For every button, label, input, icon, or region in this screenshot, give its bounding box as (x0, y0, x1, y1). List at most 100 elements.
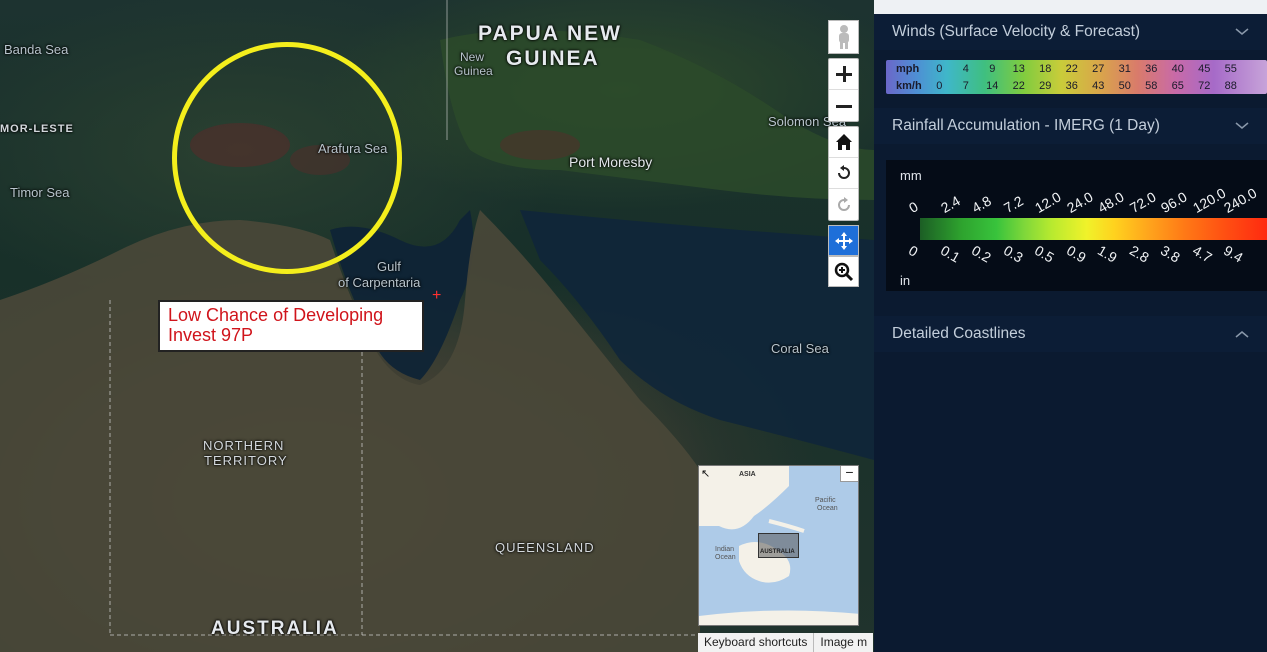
invest-97p-circle (172, 42, 402, 274)
winds-title: Winds (Surface Velocity & Forecast) (892, 23, 1141, 40)
label-banda-sea: Banda Sea (4, 42, 69, 57)
label-timor-sea: Timor Sea (10, 185, 70, 200)
label-new: New (460, 50, 485, 64)
wind-mph-value: 55 (1224, 62, 1237, 75)
zoom-out-icon[interactable] (829, 90, 858, 121)
chevron-down-icon[interactable] (1235, 119, 1249, 133)
wind-kmh-value: 0 (936, 79, 943, 92)
wind-mph-value: 13 (1012, 62, 1025, 75)
rain-mm-tick: 48.0 (1095, 188, 1127, 216)
wind-mph-row: mph 0 4 9 13 18 22 27 31 36 40 45 55 (886, 60, 1267, 77)
rainfall-color-bar (920, 218, 1267, 240)
chevron-up-icon[interactable] (1235, 327, 1249, 341)
overview-label-pacific-ocean: Ocean (817, 505, 838, 512)
satellite-map[interactable]: Banda Sea MOR-LESTE Timor Sea PAPUA NEW … (0, 0, 874, 652)
rain-mm-tick: 2.4 (937, 192, 963, 216)
winds-legend: mph 0 4 9 13 18 22 27 31 36 40 45 55 km/h 0 7 14 22 29 3… (886, 60, 1267, 94)
location-marker-icon[interactable]: + (432, 288, 441, 304)
zoom-controls (828, 58, 859, 122)
rain-in-tick: 4.7 (1189, 242, 1215, 266)
rain-in-tick: 0.1 (937, 242, 963, 266)
rain-in-tick: 0.9 (1063, 242, 1089, 266)
wind-mph-value: 18 (1039, 62, 1052, 75)
zoom-in-icon[interactable] (829, 59, 858, 90)
label-guinea: GUINEA (506, 47, 600, 70)
mph-label: mph (896, 62, 920, 75)
wind-kmh-value: 88 (1224, 79, 1237, 92)
minimize-overview-button[interactable]: − (840, 466, 858, 482)
rain-in-tick: 0.5 (1032, 242, 1057, 266)
rain-in-tick: 0.2 (969, 242, 994, 266)
home-icon[interactable] (829, 127, 858, 158)
panel-top-bar (874, 0, 1267, 14)
rain-mm-tick: 72.0 (1126, 188, 1159, 216)
rain-in-tick: 9.4 (1221, 242, 1246, 266)
wind-mph-value: 36 (1145, 62, 1158, 75)
coastlines-title: Detailed Coastlines (892, 325, 1026, 342)
rain-in-tick: 3.8 (1158, 242, 1183, 266)
pan-icon[interactable] (828, 225, 859, 256)
rain-mm-tick: 0 (906, 198, 921, 216)
rain-in-tick: 0 (906, 242, 921, 260)
rainfall-section-header[interactable]: Rainfall Accumulation - IMERG (1 Day) (874, 108, 1267, 144)
wind-kmh-value: 43 (1092, 79, 1105, 92)
label-papua-new: PAPUA NEW (478, 22, 622, 45)
zoom-box-icon[interactable] (828, 256, 859, 287)
rainfall-legend: mm 0 2.4 4.8 7.2 12.0 24.0 48.0 72.0 96.0 120.0 24… (886, 160, 1267, 291)
rain-mm-tick: 96.0 (1158, 188, 1190, 216)
wind-kmh-value: 58 (1145, 79, 1158, 92)
keyboard-shortcuts-link[interactable]: Keyboard shortcuts (698, 633, 815, 652)
kmh-label: km/h (896, 79, 922, 92)
rotate-left-icon[interactable] (829, 158, 858, 189)
rain-mm-tick: 24.0 (1063, 188, 1096, 216)
invest-97p-callout: Low Chance of Developing Invest 97P (158, 300, 424, 352)
rain-in-tick: 2.8 (1126, 242, 1152, 266)
rain-in-tick: 1.9 (1095, 242, 1120, 266)
wind-kmh-value: 36 (1065, 79, 1078, 92)
rain-mm-tick: 12.0 (1032, 188, 1064, 216)
chevron-down-icon[interactable] (1235, 25, 1249, 39)
label-territory: TERRITORY (204, 453, 288, 468)
wind-kmh-value: 50 (1118, 79, 1131, 92)
wind-mph-value: 22 (1065, 62, 1078, 75)
wind-kmh-value: 65 (1171, 79, 1184, 92)
expand-icon[interactable]: ↖ (701, 467, 710, 480)
overview-map[interactable]: ↖ − ASIA Pacific Ocean Indian Ocean AUST… (698, 465, 859, 626)
mm-label: mm (900, 168, 922, 183)
wind-kmh-value: 22 (1012, 79, 1025, 92)
pegman-icon[interactable] (828, 20, 859, 54)
image-attribution: Image m (820, 635, 868, 649)
label-of-carpentaria: of Carpentaria (338, 275, 421, 290)
label-northern: NORTHERN (203, 438, 285, 453)
wind-mph-value: 9 (989, 62, 996, 75)
label-queensland: QUEENSLAND (495, 540, 595, 555)
overview-label-asia: ASIA (739, 471, 756, 478)
wind-kmh-value: 14 (986, 79, 999, 92)
overview-label-indian: Indian (715, 546, 735, 553)
label-australia: AUSTRALIA (211, 618, 339, 639)
wind-kmh-value: 72 (1198, 79, 1211, 92)
rainfall-title: Rainfall Accumulation - IMERG (1 Day) (892, 117, 1160, 134)
label-gulf: Gulf (377, 259, 401, 274)
callout-line-1: Low Chance of Developing (168, 305, 384, 325)
attribution-bar: Keyboard shortcuts Image m (698, 633, 874, 652)
callout-line-2: Invest 97P (168, 325, 254, 345)
winds-section-header[interactable]: Winds (Surface Velocity & Forecast) (874, 14, 1267, 50)
wind-kmh-row: km/h 0 7 14 22 29 36 43 50 58 65 72 88 (886, 77, 1267, 94)
label-coral-sea: Coral Sea (771, 341, 829, 356)
wind-mph-value: 31 (1118, 62, 1131, 75)
rotate-right-icon[interactable] (829, 189, 858, 220)
rain-mm-tick: 7.2 (1000, 192, 1026, 216)
label-port-moresby: Port Moresby (569, 154, 653, 170)
label-new-guinea: Guinea (454, 64, 493, 78)
overview-label-australia: AUSTRALIA (760, 549, 795, 555)
wind-mph-value: 4 (962, 62, 969, 75)
coastlines-section-header[interactable]: Detailed Coastlines (874, 316, 1267, 352)
wind-kmh-value: 7 (962, 79, 969, 92)
rain-mm-tick: 4.8 (969, 192, 994, 216)
overview-label-indian-ocean: Ocean (715, 554, 736, 561)
wind-mph-value: 27 (1092, 62, 1105, 75)
in-label: in (900, 273, 911, 288)
rain-in-tick: 0.3 (1000, 242, 1026, 266)
view-controls (828, 126, 859, 221)
